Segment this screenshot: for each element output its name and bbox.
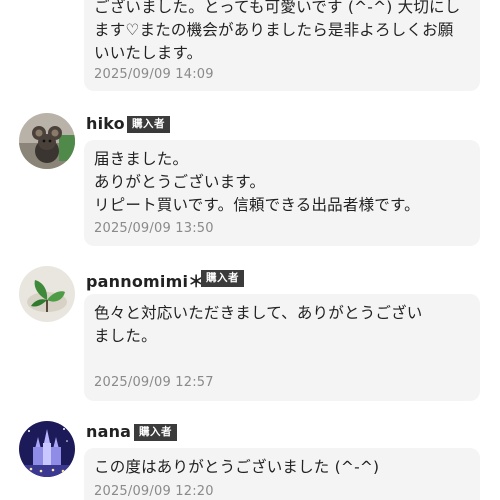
comment-bubble: この度はありがとうございました (^-^) 2025/09/09 12:20 <box>84 448 480 500</box>
comment-text: この度はありがとうございました (^-^) <box>94 458 380 476</box>
comment-timestamp: 2025/09/09 13:50 <box>94 221 214 236</box>
comment-list: ございました。とっても可愛いです (^-^) 大切にし ます♡またの機会がありま… <box>0 0 500 500</box>
mouse-figure-icon <box>19 113 75 169</box>
username[interactable]: nana <box>86 422 131 441</box>
comment-timestamp: 2025/09/09 12:57 <box>94 375 214 390</box>
comment-bubble: ございました。とっても可愛いです (^-^) 大切にし ます♡またの機会がありま… <box>84 0 480 91</box>
plant-leaf-icon <box>19 266 75 322</box>
avatar-nana[interactable] <box>19 421 75 477</box>
castle-night-icon <box>19 421 75 477</box>
comment-timestamp: 2025/09/09 14:09 <box>94 67 214 82</box>
username[interactable]: hiko <box>86 114 125 133</box>
buyer-badge: 購入者 <box>134 424 177 441</box>
buyer-badge: 購入者 <box>127 116 170 133</box>
comment-bubble: 届きました。 ありがとうございます。 リピート買いです。信頼できる出品者様です。… <box>84 140 480 246</box>
username[interactable]: pannomimi＊ <box>86 268 204 292</box>
comment-text: ございました。とっても可愛いです (^-^) 大切にし ます♡またの機会がありま… <box>94 0 461 62</box>
comment-text: 届きました。 ありがとうございます。 リピート買いです。信頼できる出品者様です。 <box>94 150 420 214</box>
comment-bubble: 色々と対応いただきまして、ありがとうござい ました。 2025/09/09 12… <box>84 294 480 401</box>
avatar-hiko[interactable] <box>19 113 75 169</box>
avatar-pannomimi[interactable] <box>19 266 75 322</box>
comment-timestamp: 2025/09/09 12:20 <box>94 484 214 499</box>
comment-text: 色々と対応いただきまして、ありがとうござい ました。 <box>94 304 423 345</box>
buyer-badge: 購入者 <box>201 270 244 287</box>
